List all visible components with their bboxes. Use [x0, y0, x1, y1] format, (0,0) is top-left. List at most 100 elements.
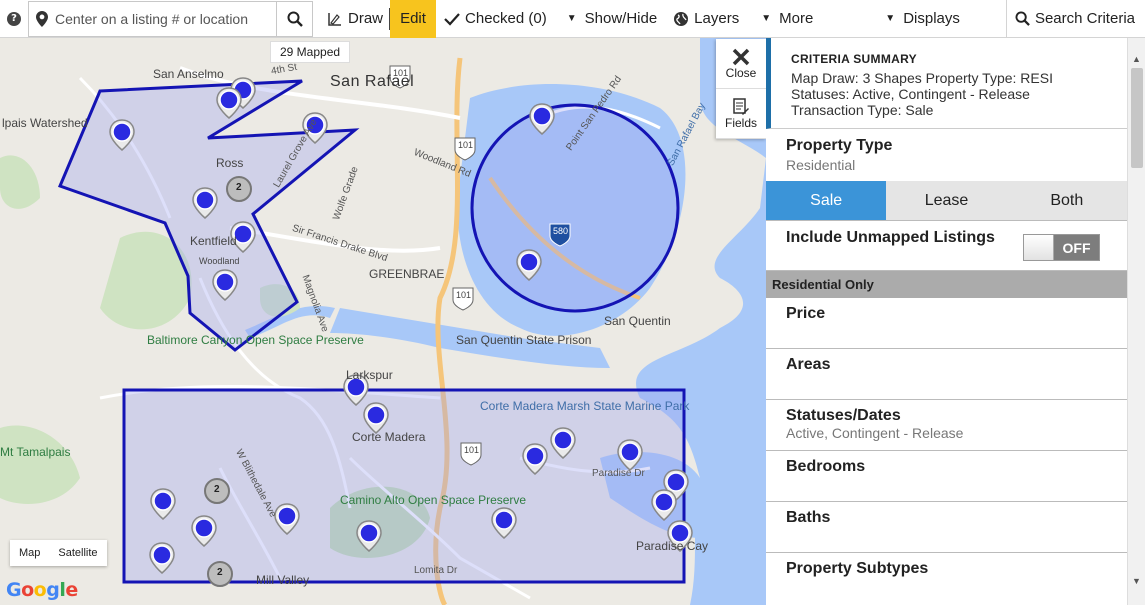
cluster-count[interactable]: 2 — [217, 567, 223, 578]
criteria-baths[interactable]: Baths — [766, 502, 1127, 553]
search-icon — [1015, 11, 1030, 26]
search-criteria-tab[interactable]: Search Criteria — [1005, 0, 1145, 38]
place-label: Paradise Cay — [636, 539, 709, 553]
place-label: Baltimore Canyon Open Space Preserve — [147, 333, 364, 347]
place-label: Kentfield — [190, 234, 237, 248]
criteria-summary: CRITERIA SUMMARY Map Draw: 3 Shapes Prop… — [766, 38, 1127, 129]
criteria-title: Baths — [786, 509, 831, 526]
draw-icon — [327, 11, 343, 27]
search-icon[interactable] — [276, 0, 312, 37]
highway-101-label: 101 — [458, 140, 474, 150]
criteria-title: Property Subtypes — [786, 560, 929, 577]
fields-label: Fields — [724, 115, 757, 130]
place-label: Ross — [216, 156, 244, 170]
scroll-up-icon[interactable]: ▲ — [1132, 54, 1141, 64]
criteria-property-subtypes[interactable]: Property Subtypes — [766, 553, 1127, 604]
location-pin-icon — [29, 10, 55, 27]
globe-icon — [673, 11, 689, 27]
cluster-count[interactable]: 2 — [214, 484, 220, 495]
summary-line: Map Draw: 3 Shapes Property Type: RESI — [791, 70, 1053, 86]
transaction-sale[interactable]: Sale — [766, 181, 887, 220]
place-label: Mt Tamalpais — [0, 445, 71, 459]
criteria-title: Areas — [786, 356, 831, 373]
criteria-sub: Active, Contingent - Release — [786, 425, 964, 441]
showhide-label: Show/Hide — [584, 10, 658, 27]
criteria-title: Bedrooms — [786, 458, 866, 475]
place-label: San Quentin State Prison — [456, 333, 592, 347]
mapped-count-badge: 29 Mapped — [270, 41, 351, 63]
scroll-thumb[interactable] — [1131, 68, 1143, 168]
caret-down-icon: ▼ — [761, 13, 772, 24]
scroll-down-icon[interactable]: ▼ — [1132, 576, 1141, 586]
caret-down-icon: ▼ — [885, 13, 896, 24]
checked-button[interactable]: Checked (0) — [436, 0, 555, 38]
property-type-row[interactable]: Property Type Residential — [766, 129, 1127, 181]
close-button[interactable]: Close — [716, 39, 766, 89]
displays-button[interactable]: ▼ Displays — [877, 0, 968, 38]
place-label: Corte Madera Marsh State Marine Park — [480, 399, 690, 413]
criteria-summary-title: CRITERIA SUMMARY — [791, 52, 917, 66]
map-type-control: Map Satellite — [10, 540, 107, 566]
displays-label: Displays — [903, 10, 960, 27]
edit-button[interactable]: Edit — [390, 0, 437, 38]
search-criteria-label: Search Criteria — [1034, 10, 1135, 27]
fields-icon — [733, 97, 749, 115]
place-label: GREENBRAE — [369, 267, 445, 281]
close-icon — [732, 48, 750, 65]
toggle-knob — [1024, 235, 1054, 260]
caret-down-icon: ▼ — [566, 13, 577, 24]
map-type-map[interactable]: Map — [10, 540, 49, 566]
summary-line: Transaction Type: Sale — [791, 102, 934, 118]
place-label: Woodland — [199, 256, 240, 266]
help-icon: ? — [7, 11, 21, 26]
criteria-title: Statuses/Dates — [786, 407, 901, 424]
summary-line: Statuses: Active, Contingent - Release — [791, 86, 1030, 102]
layers-label: Layers — [694, 10, 740, 27]
draw-label: Draw — [348, 10, 384, 27]
location-search — [28, 0, 313, 37]
location-search-input[interactable] — [55, 1, 276, 36]
place-label: San Anselmo — [153, 67, 224, 81]
highway-101-label: 101 — [464, 445, 480, 455]
search-criteria-panel: CRITERIA SUMMARY Map Draw: 3 Shapes Prop… — [766, 38, 1127, 605]
criteria-price[interactable]: Price — [766, 298, 1127, 349]
cluster-count[interactable]: 2 — [236, 182, 242, 193]
help-button[interactable]: ? — [0, 0, 28, 38]
google-logo: Google — [6, 579, 78, 601]
draw-button[interactable]: Draw — [319, 0, 391, 38]
transaction-lease[interactable]: Lease — [886, 181, 1007, 220]
place-label: Larkspur — [346, 368, 393, 382]
highway-580-label: 580 — [553, 226, 569, 236]
place-label: Camino Alto Open Space Preserve — [340, 493, 527, 507]
place-label: Mill Valley — [256, 573, 310, 587]
showhide-button[interactable]: ▼ Show/Hide — [559, 0, 665, 38]
layers-button[interactable]: Layers — [665, 0, 747, 38]
place-label: San Rafael — [330, 73, 415, 90]
toolbar: ? Draw Edit Checked (0) ▼ Show/Hide Laye… — [0, 0, 1145, 38]
more-button[interactable]: ▼ More — [753, 0, 821, 38]
criteria-bedrooms[interactable]: Bedrooms — [766, 451, 1127, 502]
panel-scrollbar[interactable]: ▲ ▼ — [1127, 38, 1145, 605]
criteria-areas[interactable]: Areas — [766, 349, 1127, 400]
checked-label: Checked (0) — [465, 10, 547, 27]
edit-label: Edit — [400, 10, 426, 27]
residential-only-header: Residential Only — [766, 271, 1127, 298]
property-type-title: Property Type — [786, 137, 893, 154]
fields-button[interactable]: Fields — [716, 89, 766, 139]
criteria-title: Price — [786, 305, 826, 322]
map-canvas[interactable]: 101 101 101 101 580 2 2 2 San Anselmo Sa… — [0, 38, 766, 605]
map-type-satellite[interactable]: Satellite — [49, 540, 106, 566]
toggle-label: OFF — [1054, 235, 1099, 260]
road-label: Paradise Dr — [592, 468, 645, 479]
checkmark-icon — [444, 12, 460, 26]
transaction-type-selector: Sale Lease Both — [766, 181, 1127, 221]
unmapped-toggle[interactable]: OFF — [1023, 234, 1100, 261]
unmapped-listings-row: Include Unmapped Listings OFF — [766, 221, 1127, 271]
place-label: lpais Watershed — [2, 116, 88, 130]
criteria-statuses[interactable]: Statuses/Dates Active, Contingent - Rele… — [766, 400, 1127, 451]
close-label: Close — [725, 65, 757, 80]
transaction-both[interactable]: Both — [1006, 181, 1127, 220]
place-label: Corte Madera — [352, 430, 426, 444]
road-label: Lomita Dr — [414, 565, 458, 576]
place-label: San Quentin — [604, 314, 671, 328]
